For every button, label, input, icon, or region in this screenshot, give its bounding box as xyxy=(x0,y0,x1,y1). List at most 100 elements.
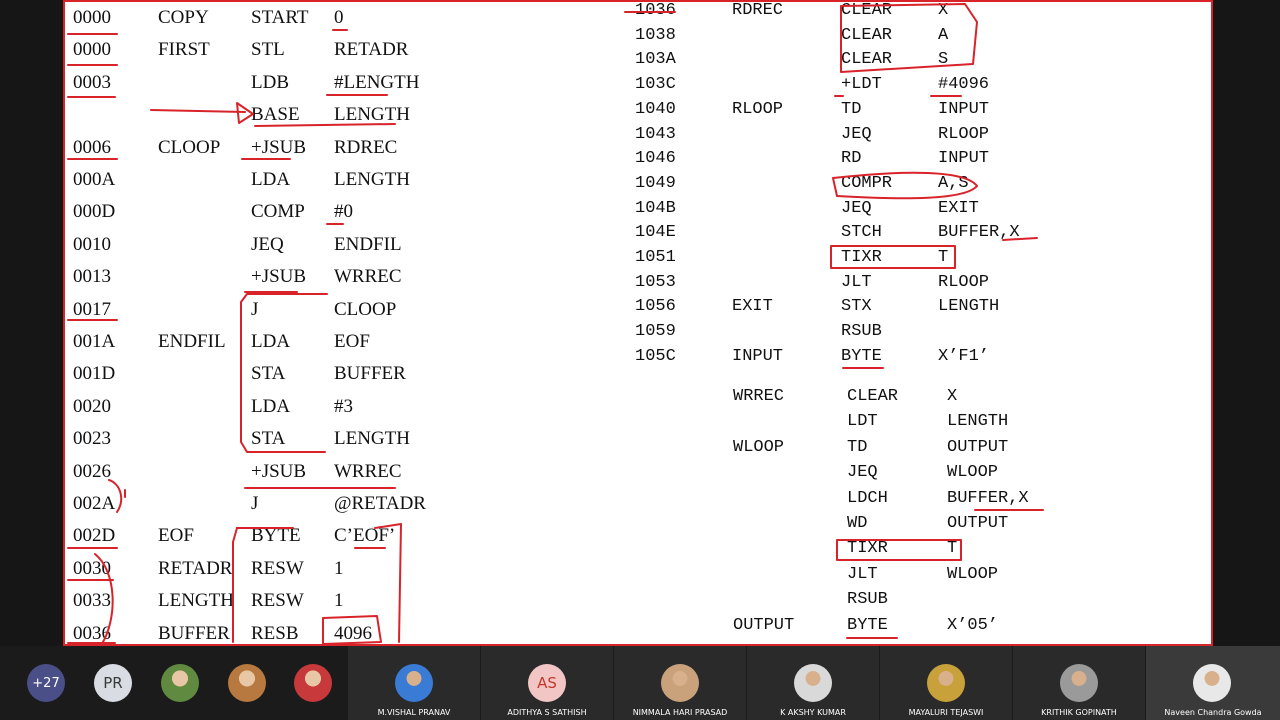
participant-avatar[interactable] xyxy=(294,664,332,702)
participant-avatar[interactable]: PR xyxy=(94,664,132,702)
operand-field: 4096 xyxy=(334,622,372,644)
operand-field: T xyxy=(938,248,949,267)
location-counter: 0000 xyxy=(73,39,111,61)
operand-field: X xyxy=(947,387,958,406)
operand-field: A,S xyxy=(938,173,969,193)
opcode-field: JEQ xyxy=(847,463,878,483)
location-counter: 1049 xyxy=(635,173,676,193)
opcode-field: RESW xyxy=(251,557,304,579)
operand-field: X’05’ xyxy=(947,615,999,635)
operand-field: CLOOP xyxy=(334,298,397,320)
participant-avatar[interactable] xyxy=(228,664,266,702)
operand-field: INPUT xyxy=(938,149,990,169)
label-field: WLOOP xyxy=(733,437,785,457)
location-counter: 001D xyxy=(73,363,116,385)
participant-initials: PR xyxy=(103,674,123,692)
participant-name: M.VISHAL PRANAV xyxy=(377,708,451,717)
opcode-field: RESB xyxy=(251,622,299,644)
participant-avatar xyxy=(794,664,832,702)
operand-field: #LENGTH xyxy=(334,71,420,93)
location-counter: 1040 xyxy=(635,99,676,119)
opcode-field: J xyxy=(251,298,259,320)
operand-field: RETADR xyxy=(334,39,409,61)
location-counter: 103A xyxy=(635,50,676,70)
opcode-field: CLEAR xyxy=(841,25,893,45)
location-counter: 001A xyxy=(73,331,116,352)
participant-avatar xyxy=(661,664,699,702)
opcode-field: LDB xyxy=(251,71,289,93)
participant-avatar xyxy=(1060,664,1098,702)
opcode-field: JLT xyxy=(841,272,872,292)
operand-field: #0 xyxy=(334,201,353,223)
location-counter: 0013 xyxy=(73,266,111,288)
opcode-field: BYTE xyxy=(847,615,888,635)
location-counter: 000D xyxy=(73,201,116,223)
opcode-field: JLT xyxy=(847,564,878,584)
operand-field: LENGTH xyxy=(938,297,1000,317)
opcode-field: BASE xyxy=(251,104,300,126)
participants-bar: +27 PR M.VISHAL PRANAV AS ADITHYA S SATH… xyxy=(0,646,1280,720)
opcode-field: RSUB xyxy=(847,590,888,610)
participant-name: NIMMALA HARI PRASAD xyxy=(632,708,728,717)
opcode-field: TIXR xyxy=(847,539,888,559)
opcode-field: LDT xyxy=(847,412,878,432)
label-field: OUTPUT xyxy=(733,615,795,635)
operand-field: BUFFER,X xyxy=(947,488,1029,508)
location-counter: 103C xyxy=(635,75,676,95)
label-field: RDREC xyxy=(732,1,784,20)
opcode-field: STL xyxy=(251,39,285,61)
location-counter: 0017 xyxy=(73,298,111,320)
operand-field: OUTPUT xyxy=(947,514,1009,533)
opcode-field: TIXR xyxy=(841,248,882,267)
location-counter: 1056 xyxy=(635,297,676,317)
opcode-field: LDA xyxy=(251,169,291,190)
location-counter: 0023 xyxy=(73,428,111,450)
opcode-field: STA xyxy=(251,428,286,450)
operand-field: WRREC xyxy=(334,266,402,288)
operand-field: WLOOP xyxy=(947,463,999,483)
ink-bracket xyxy=(232,527,238,643)
location-counter: 0033 xyxy=(73,590,111,612)
operand-field: LENGTH xyxy=(947,412,1009,432)
operand-field: 0 xyxy=(334,7,344,28)
more-participants-button[interactable]: +27 xyxy=(27,664,65,702)
participant-tile[interactable]: K AKSHY KUMAR xyxy=(747,646,879,720)
operand-field: RLOOP xyxy=(938,124,990,144)
location-counter: 104B xyxy=(635,198,676,218)
participant-tile[interactable]: M.VISHAL PRANAV xyxy=(348,646,480,720)
opcode-field: +JSUB xyxy=(251,266,307,288)
participant-tile[interactable]: NIMMALA HARI PRASAD xyxy=(614,646,746,720)
participant-name: Naveen Chandra Gowda xyxy=(1164,708,1262,717)
location-counter: 0036 xyxy=(73,622,111,644)
participant-tile[interactable]: AS ADITHYA S SATHISH xyxy=(481,646,613,720)
label-field: ENDFIL xyxy=(158,331,226,352)
location-counter: 1043 xyxy=(635,124,676,144)
participant-avatar xyxy=(927,664,965,702)
opcode-field: COMP xyxy=(251,201,305,223)
participant-name: MAYALURI TEJASWI xyxy=(908,708,984,717)
label-field: FIRST xyxy=(158,39,210,61)
location-counter: 1036 xyxy=(635,1,676,20)
participant-tile[interactable]: MAYALURI TEJASWI xyxy=(880,646,1012,720)
opcode-field: CLEAR xyxy=(841,50,893,70)
participant-avatar xyxy=(1193,664,1231,702)
opcode-field: BYTE xyxy=(251,525,301,547)
participant-tile[interactable]: KRITHIK GOPINATH xyxy=(1013,646,1145,720)
participant-tile-active[interactable]: Naveen Chandra Gowda xyxy=(1146,646,1280,720)
operand-field: INPUT xyxy=(938,99,990,119)
operand-field: LENGTH xyxy=(334,169,410,190)
operand-field: X’F1’ xyxy=(938,346,990,366)
operand-field: S xyxy=(938,50,949,70)
participant-avatar[interactable] xyxy=(161,664,199,702)
location-counter: 000A xyxy=(73,169,116,190)
participant-name: KRITHIK GOPINATH xyxy=(1041,708,1117,717)
operand-field: X xyxy=(938,1,949,20)
location-counter: 0000 xyxy=(73,7,111,28)
opcode-field: JEQ xyxy=(841,198,872,218)
opcode-field: RSUB xyxy=(841,322,882,342)
location-counter: 0003 xyxy=(73,71,111,93)
opcode-field: BYTE xyxy=(841,346,882,366)
operand-field: #4096 xyxy=(938,75,990,95)
operand-field: EXIT xyxy=(938,198,979,218)
opcode-field: COMPR xyxy=(841,173,893,193)
